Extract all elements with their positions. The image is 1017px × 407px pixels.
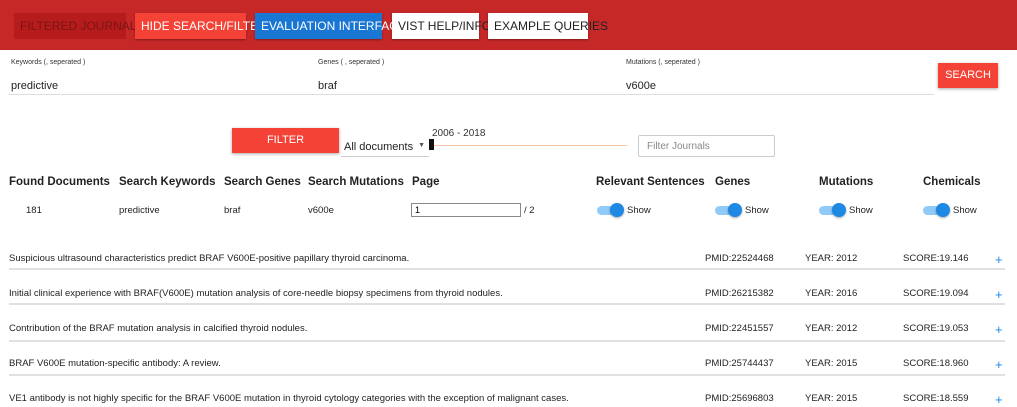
result-year: YEAR: 2016	[805, 288, 858, 299]
header-search-mutations: Search Mutations	[308, 176, 404, 188]
header-found-documents: Found Documents	[9, 176, 110, 188]
expand-plus-icon[interactable]: +	[995, 253, 1003, 266]
evaluation-interface-button[interactable]: EVALUATION INTERFACE	[255, 13, 406, 39]
row-divider	[9, 374, 1005, 376]
row-divider	[9, 303, 1005, 305]
document-type-select[interactable]: All documents ▼	[341, 138, 429, 157]
result-year: YEAR: 2015	[805, 393, 858, 404]
search-genes-value: braf	[224, 205, 241, 216]
expand-plus-icon[interactable]: +	[995, 288, 1003, 301]
example-queries-button[interactable]: EXAMPLE QUERIES	[488, 13, 608, 39]
result-year: YEAR: 2012	[805, 323, 858, 334]
result-year: YEAR: 2015	[805, 358, 858, 369]
page-number-input[interactable]	[411, 203, 521, 217]
result-score: SCORE:19.053	[903, 323, 969, 334]
result-pmid: PMID:22524468	[705, 253, 774, 264]
result-title[interactable]: Initial clinical experience with BRAF(V6…	[9, 288, 503, 299]
chemicals-toggle[interactable]	[923, 203, 950, 217]
result-title[interactable]: BRAF V600E mutation-specific antibody: A…	[9, 358, 221, 369]
result-score: SCORE:19.094	[903, 288, 969, 299]
chemicals-show-label: Show	[953, 205, 977, 216]
result-score: SCORE:18.960	[903, 358, 969, 369]
header-search-genes: Search Genes	[224, 176, 301, 188]
year-range-label: 2006 - 2018	[432, 128, 486, 139]
document-type-value: All documents	[344, 141, 414, 153]
keywords-label: Keywords (, seperated )	[11, 59, 86, 66]
header-chemicals: Chemicals	[923, 176, 981, 188]
relevant-sentences-toggle[interactable]	[597, 203, 624, 217]
result-pmid: PMID:25696803	[705, 393, 774, 404]
year-range-track[interactable]	[432, 145, 627, 146]
genes-label: Genes ( , seperated )	[318, 59, 385, 66]
result-score: SCORE:19.146	[903, 253, 969, 264]
result-score: SCORE:18.559	[903, 393, 969, 404]
result-pmid: PMID:25744437	[705, 358, 774, 369]
top-toolbar: FILTERED JOURNALS HIDE SEARCH/FILTER EVA…	[0, 0, 1017, 50]
genes-show-label: Show	[745, 205, 769, 216]
result-pmid: PMID:26215382	[705, 288, 774, 299]
header-genes: Genes	[715, 176, 751, 188]
header-mutations: Mutations	[819, 176, 874, 188]
mutations-toggle[interactable]	[819, 203, 846, 217]
expand-plus-icon[interactable]: +	[995, 358, 1003, 371]
search-keywords-value: predictive	[119, 205, 160, 216]
found-documents-count: 181	[26, 205, 42, 216]
result-pmid: PMID:22451557	[705, 323, 774, 334]
help-info-button[interactable]: VIST HELP/INFO	[392, 13, 491, 39]
genes-toggle[interactable]	[715, 203, 742, 217]
result-title[interactable]: Suspicious ultrasound characteristics pr…	[9, 253, 409, 264]
row-divider	[9, 268, 1005, 270]
result-title[interactable]: Contribution of the BRAF mutation analys…	[9, 323, 307, 334]
dropdown-arrow-icon: ▼	[418, 142, 425, 149]
mutations-label: Mutations (, seperated )	[626, 59, 700, 66]
mutations-show-label: Show	[849, 205, 873, 216]
filter-journals-input[interactable]	[638, 135, 775, 157]
search-button[interactable]: SEARCH	[938, 63, 998, 88]
header-relevant-sentences: Relevant Sentences	[596, 176, 705, 188]
search-mutations-value: v600e	[308, 205, 334, 216]
result-title[interactable]: VE1 antibody is not highly specific for …	[9, 393, 569, 404]
genes-input[interactable]	[316, 77, 624, 95]
result-year: YEAR: 2012	[805, 253, 858, 264]
filtered-journals-button[interactable]: FILTERED JOURNALS	[14, 13, 144, 39]
mutations-input[interactable]	[624, 77, 934, 95]
year-range-handle[interactable]	[429, 139, 434, 150]
keywords-input[interactable]	[9, 77, 317, 95]
hide-search-filter-button[interactable]: HIDE SEARCH/FILTER	[135, 13, 267, 39]
relevant-sentences-show-label: Show	[627, 205, 651, 216]
header-search-keywords: Search Keywords	[119, 176, 216, 188]
row-divider	[9, 340, 1005, 342]
filter-documents-button[interactable]: FILTER DOCUMENTS	[232, 128, 339, 171]
expand-plus-icon[interactable]: +	[995, 323, 1003, 336]
expand-plus-icon[interactable]: +	[995, 393, 1003, 406]
page-total: / 2	[524, 205, 535, 216]
header-page: Page	[412, 176, 440, 188]
